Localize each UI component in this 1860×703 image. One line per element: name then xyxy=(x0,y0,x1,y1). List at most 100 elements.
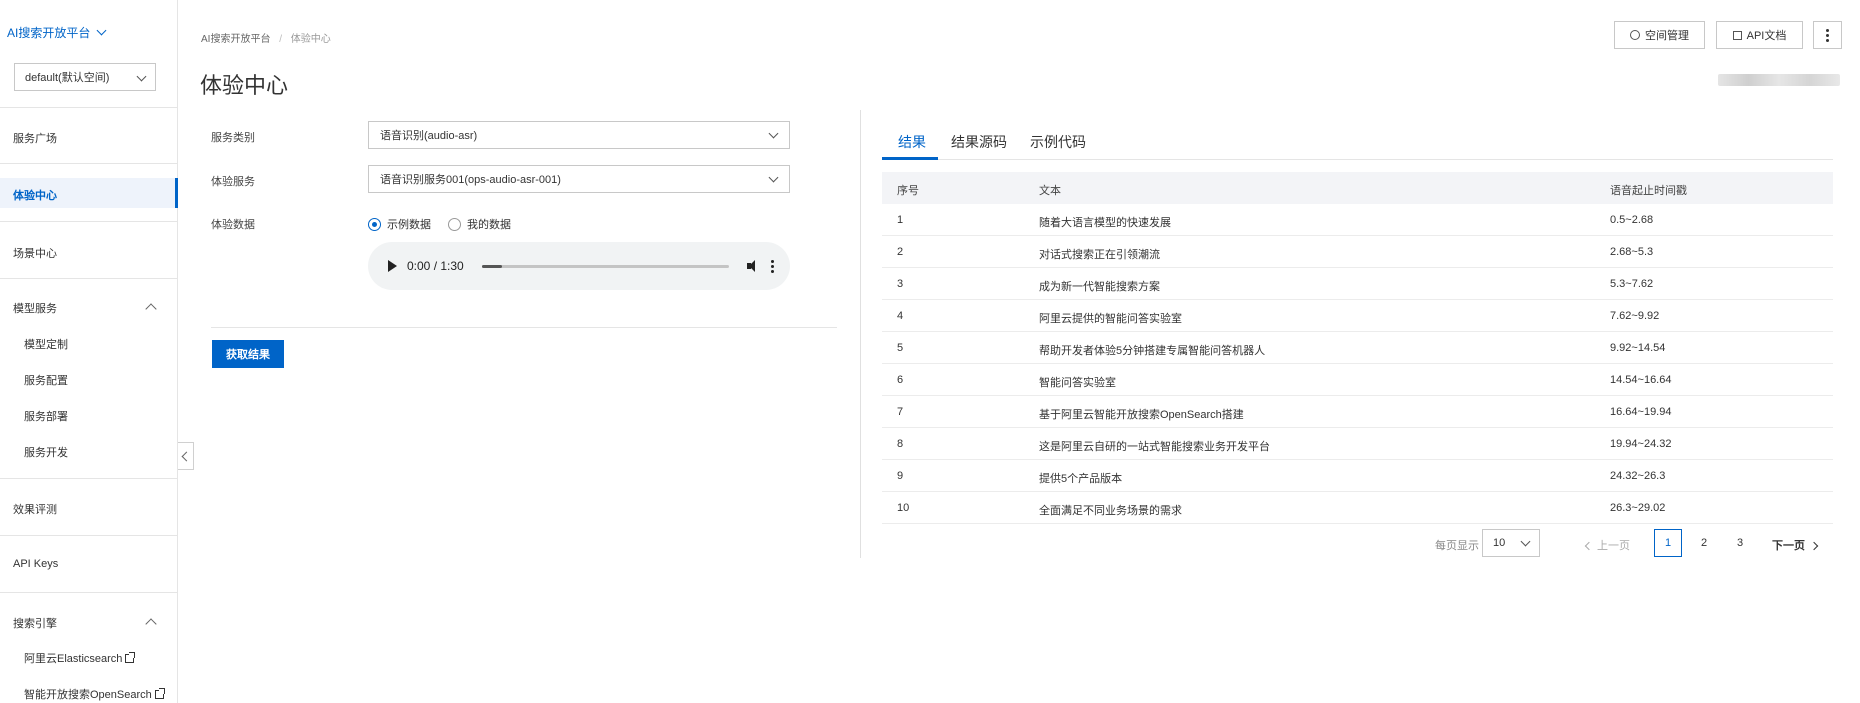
sidebar-item-api-keys[interactable]: API Keys xyxy=(13,558,58,570)
cell-index: 3 xyxy=(897,278,904,290)
cell-text: 阿里云提供的智能问答实验室 xyxy=(1039,313,1182,325)
service-select[interactable]: 语音识别服务001(ops-audio-asr-001) xyxy=(368,165,790,193)
chevron-down-icon xyxy=(1520,536,1531,547)
space-management-button[interactable]: 空间管理 xyxy=(1614,21,1705,49)
sidebar-item-model-custom[interactable]: 模型定制 xyxy=(24,336,68,352)
column-header-text: 文本 xyxy=(1039,185,1061,197)
tab-result-source[interactable]: 结果源码 xyxy=(951,132,1007,152)
radio-label: 示例数据 xyxy=(387,219,431,231)
radio-unchecked-icon[interactable] xyxy=(448,217,461,231)
divider xyxy=(0,592,177,593)
cell-text: 基于阿里云智能开放搜索OpenSearch搭建 xyxy=(1039,409,1244,421)
page-3-button[interactable]: 3 xyxy=(1726,529,1754,557)
more-menu-button[interactable] xyxy=(1813,21,1842,49)
per-page-select[interactable]: 10 xyxy=(1482,529,1540,557)
cell-text: 对话式搜索正在引领潮流 xyxy=(1039,249,1160,261)
breadcrumb-root[interactable]: AI搜索开放平台 xyxy=(201,34,270,45)
cell-index: 1 xyxy=(897,214,904,226)
cell-index: 2 xyxy=(897,246,904,258)
cell-index: 8 xyxy=(897,438,904,450)
service-type-label: 服务类别 xyxy=(211,132,255,144)
sidebar-item-scene-center[interactable]: 场景中心 xyxy=(13,245,57,261)
sidebar-group-model-service[interactable]: 模型服务 xyxy=(13,300,57,316)
tab-result[interactable]: 结果 xyxy=(898,132,926,152)
divider xyxy=(0,221,177,222)
table-header: 序号 文本 语音起止时间戳 xyxy=(882,172,1833,204)
radio-checked-icon[interactable] xyxy=(368,217,381,231)
cell-text: 智能问答实验室 xyxy=(1039,377,1116,389)
service-type-select[interactable]: 语音识别(audio-asr) xyxy=(368,121,790,149)
table-row: 6 智能问答实验室 14.54~16.64 xyxy=(882,364,1833,396)
cell-timestamp: 5.3~7.62 xyxy=(1610,278,1654,290)
cell-timestamp: 9.92~14.54 xyxy=(1610,342,1666,354)
breadcrumb-separator: / xyxy=(279,34,283,45)
panel-divider xyxy=(860,110,861,558)
sidebar-item-label: 体验中心 xyxy=(13,190,57,202)
divider xyxy=(0,163,177,164)
workspace-value: default(默认空间) xyxy=(25,72,110,84)
sidebar-item-evaluation[interactable]: 效果评测 xyxy=(13,501,57,517)
cell-timestamp: 24.32~26.3 xyxy=(1610,470,1666,482)
api-docs-label: API文档 xyxy=(1746,30,1787,42)
column-header-index: 序号 xyxy=(897,185,919,197)
get-result-button[interactable]: 获取结果 xyxy=(212,340,284,368)
cell-timestamp: 2.68~5.3 xyxy=(1610,246,1654,258)
sidebar-item-service-deploy[interactable]: 服务部署 xyxy=(24,408,68,424)
tab-sample-code[interactable]: 示例代码 xyxy=(1030,132,1086,152)
external-link-icon xyxy=(1732,30,1742,40)
sidebar-item-label: 智能开放搜索OpenSearch xyxy=(24,689,152,701)
service-type-value: 语音识别(audio-asr) xyxy=(380,130,478,142)
page-2-button[interactable]: 2 xyxy=(1690,529,1718,557)
table-row: 7 基于阿里云智能开放搜索OpenSearch搭建 16.64~19.94 xyxy=(882,396,1833,428)
breadcrumb-current: 体验中心 xyxy=(290,34,331,45)
cell-timestamp: 14.54~16.64 xyxy=(1610,374,1672,386)
sidebar-item-label: 阿里云Elasticsearch xyxy=(24,653,123,665)
sidebar-item-opensearch[interactable]: 智能开放搜索OpenSearch xyxy=(24,686,165,702)
cell-timestamp: 19.94~24.32 xyxy=(1610,438,1672,450)
more-vertical-icon[interactable] xyxy=(771,259,774,273)
result-table: 序号 文本 语音起止时间戳 1 随着大语言模型的快速发展 0.5~2.68 2 对话式… xyxy=(882,172,1833,524)
divider xyxy=(0,478,177,479)
page-1-button[interactable]: 1 xyxy=(1654,529,1682,557)
audio-progress-slider[interactable] xyxy=(481,264,729,268)
table-row: 3 成为新一代智能搜索方案 5.3~7.62 xyxy=(882,268,1833,300)
chevron-down-icon xyxy=(768,128,779,139)
radio-my-data[interactable]: 我的数据 xyxy=(448,216,511,232)
sidebar-item-aliyun-es[interactable]: 阿里云Elasticsearch xyxy=(24,650,136,666)
radio-label: 我的数据 xyxy=(467,219,511,231)
blurred-account-info xyxy=(1718,74,1840,86)
next-page-button[interactable]: 下一页 xyxy=(1772,537,1819,553)
cell-index: 10 xyxy=(897,502,910,514)
volume-icon[interactable] xyxy=(747,260,761,272)
table-row: 8 这是阿里云自研的一站式智能搜索业务开发平台 19.94~24.32 xyxy=(882,428,1833,460)
cell-index: 6 xyxy=(897,374,904,386)
workspace-select[interactable]: default(默认空间) xyxy=(14,63,156,91)
more-vertical-icon xyxy=(1826,28,1829,42)
active-tab-indicator xyxy=(882,157,938,160)
cell-text: 全面满足不同业务场景的需求 xyxy=(1039,505,1182,517)
page-title: 体验中心 xyxy=(200,73,289,98)
chevron-up-icon[interactable] xyxy=(145,618,157,630)
data-label: 体验数据 xyxy=(211,219,255,231)
api-docs-button[interactable]: API文档 xyxy=(1716,21,1803,49)
sidebar-item-service-dev[interactable]: 服务开发 xyxy=(24,444,68,460)
radio-sample-data[interactable]: 示例数据 xyxy=(368,216,431,232)
space-management-label: 空间管理 xyxy=(1645,30,1689,42)
external-link-icon xyxy=(154,688,165,699)
external-link-icon xyxy=(125,652,136,663)
play-icon[interactable] xyxy=(388,260,397,272)
sidebar-collapse-button[interactable] xyxy=(178,442,194,470)
audio-time: 0:00 / 1:30 xyxy=(407,259,464,273)
divider xyxy=(0,107,177,108)
sidebar-item-experience-center[interactable]: 体验中心 xyxy=(0,178,178,208)
sidebar-item-service-square[interactable]: 服务广场 xyxy=(13,130,57,146)
table-row: 2 对话式搜索正在引领潮流 2.68~5.3 xyxy=(882,236,1833,268)
service-label: 体验服务 xyxy=(211,176,255,188)
sidebar-item-service-config[interactable]: 服务配置 xyxy=(24,372,68,388)
brand-switcher[interactable]: AI搜索开放平台 xyxy=(7,24,107,41)
prev-page-button[interactable]: 上一页 xyxy=(1584,537,1630,553)
sidebar-group-search-engine[interactable]: 搜索引擎 xyxy=(13,615,57,631)
column-header-timestamp: 语音起止时间戳 xyxy=(1610,185,1687,197)
cell-text: 提供5个产品版本 xyxy=(1039,473,1123,485)
chevron-up-icon[interactable] xyxy=(145,303,157,315)
